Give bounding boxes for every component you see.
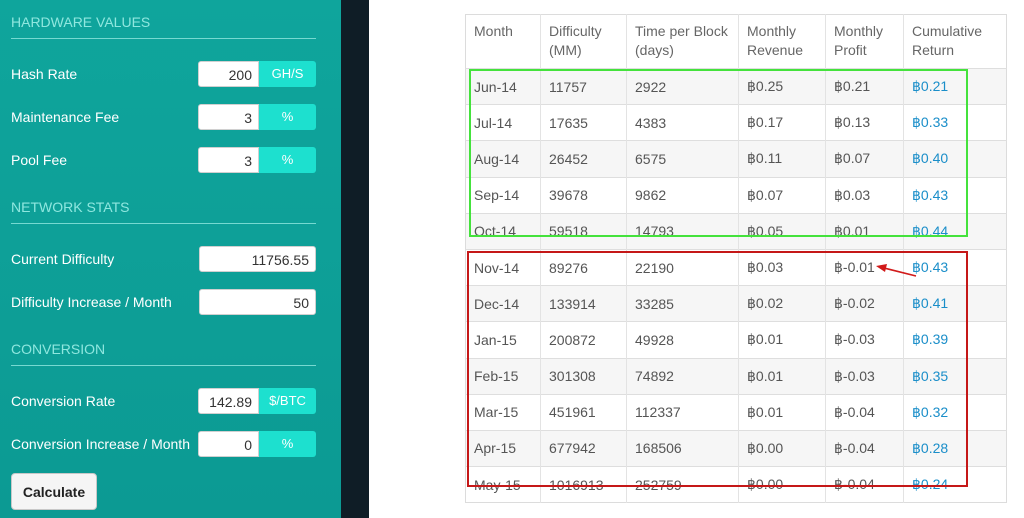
conversion-rate-label: Conversion Rate (11, 393, 116, 409)
conversion-rate-unit: $/BTC (259, 388, 316, 414)
conversion-section-title: CONVERSION (11, 341, 106, 357)
conversion-increase-unit: % (259, 431, 316, 457)
settings-sidebar: HARDWARE VALUES Hash Rate 200 GH/S Maint… (0, 0, 341, 518)
background-strip (341, 0, 369, 518)
hash-rate-input[interactable]: 200 (198, 61, 259, 87)
hash-rate-label: Hash Rate (11, 66, 78, 82)
maintenance-fee-label: Maintenance Fee (11, 109, 120, 125)
calculate-button[interactable]: Calculate (11, 473, 97, 510)
section-divider (11, 365, 316, 366)
conversion-rate-input[interactable]: 142.89 (198, 388, 259, 414)
conversion-increase-label: Conversion Increase / Month (11, 436, 190, 452)
current-difficulty-label: Current Difficulty (11, 251, 115, 267)
header-monthly-revenue: Monthly Revenue (738, 14, 826, 69)
difficulty-increase-label: Difficulty Increase / Month (11, 294, 172, 310)
header-difficulty: Difficulty (MM) (540, 14, 627, 69)
conversion-increase-input[interactable]: 0 (198, 431, 259, 457)
section-divider (11, 38, 316, 39)
pool-fee-unit: % (259, 147, 316, 173)
negative-profit-highlight (467, 251, 968, 487)
pool-fee-label: Pool Fee (11, 152, 68, 168)
current-difficulty-input[interactable]: 11756.55 (199, 246, 316, 272)
hash-rate-unit: GH/S (259, 61, 316, 87)
header-month: Month (474, 23, 513, 39)
pool-fee-input[interactable]: 3 (198, 147, 259, 173)
annotation-arrow-icon (876, 264, 917, 277)
positive-profit-highlight (469, 69, 968, 237)
header-time-per-block: Time per Block (days) (626, 14, 739, 69)
section-divider (11, 223, 316, 224)
header-monthly-profit: Monthly Profit (825, 14, 904, 69)
table-header-row: Month Difficulty (MM) Time per Block (da… (466, 14, 1007, 69)
maintenance-fee-unit: % (259, 104, 316, 130)
header-cumulative-return: Cumulative Return (903, 14, 1007, 69)
difficulty-increase-input[interactable]: 50 (199, 289, 316, 315)
network-section-title: NETWORK STATS (11, 199, 130, 215)
maintenance-fee-input[interactable]: 3 (198, 104, 259, 130)
hardware-section-title: HARDWARE VALUES (11, 14, 151, 30)
